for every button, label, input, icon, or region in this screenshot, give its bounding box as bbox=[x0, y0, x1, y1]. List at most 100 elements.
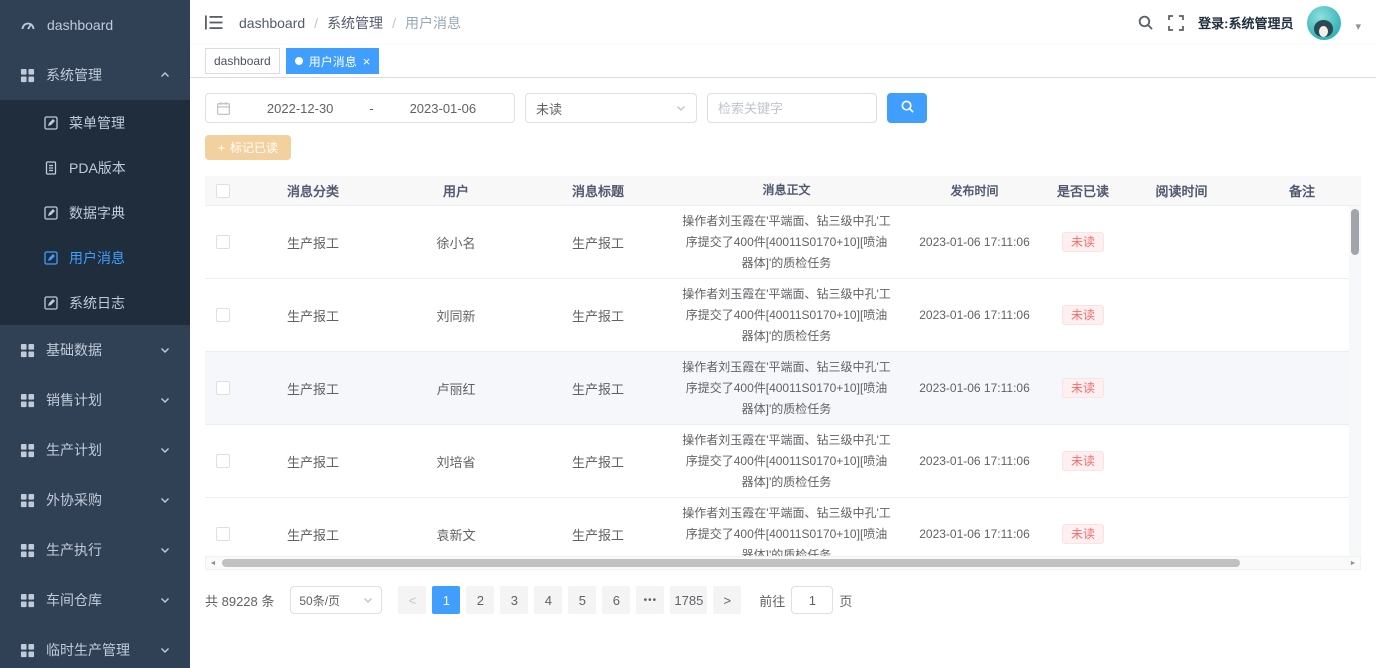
breadcrumb-item-dashboard[interactable]: dashboard bbox=[239, 15, 305, 31]
keyword-input[interactable] bbox=[707, 93, 877, 123]
sidebar-item-label: 系统管理 bbox=[46, 65, 102, 85]
cell-body: 操作者刘玉霞在'平端面、钻三级中孔'工序提交了400件[40011S0170+1… bbox=[670, 498, 903, 556]
col-header-category: 消息分类 bbox=[240, 176, 386, 205]
sidebar-item-label: dashboard bbox=[47, 17, 113, 33]
sidebar-item-dashboard[interactable]: dashboard bbox=[0, 0, 190, 50]
col-header-title: 消息标题 bbox=[526, 176, 670, 205]
active-tab-dot bbox=[295, 57, 303, 65]
goto-page: 前往 页 bbox=[759, 586, 852, 614]
row-checkbox[interactable] bbox=[216, 527, 230, 541]
chevron-down-icon bbox=[676, 103, 686, 113]
read-status-select[interactable]: 未读 bbox=[525, 93, 697, 123]
date-end-value[interactable]: 2023-01-06 bbox=[382, 101, 504, 116]
row-checkbox[interactable] bbox=[216, 235, 230, 249]
cell-remark bbox=[1243, 206, 1361, 278]
grid-icon bbox=[20, 343, 35, 358]
sidebar-item-temporary-production[interactable]: 临时生产管理 bbox=[0, 625, 190, 668]
cell-read-time bbox=[1120, 279, 1243, 351]
col-header-body: 消息正文 bbox=[670, 176, 903, 205]
select-all-checkbox[interactable] bbox=[216, 184, 230, 198]
page-button-3[interactable]: 3 bbox=[500, 586, 528, 614]
goto-page-input[interactable] bbox=[791, 586, 833, 614]
row-checkbox[interactable] bbox=[216, 454, 230, 468]
mark-read-button[interactable]: + 标记已读 bbox=[205, 135, 291, 160]
page-buttons: < 1 2 3 4 5 6 ••• 1785 > bbox=[398, 586, 741, 614]
grid-icon bbox=[20, 393, 35, 408]
messages-table: 消息分类 用户 消息标题 消息正文 发布时间 是否已读 阅读时间 备注 生产报工… bbox=[205, 176, 1361, 570]
row-checkbox[interactable] bbox=[216, 381, 230, 395]
avatar[interactable] bbox=[1307, 6, 1341, 40]
breadcrumb: dashboard / 系统管理 / 用户消息 bbox=[239, 13, 461, 33]
grid-icon bbox=[20, 493, 35, 508]
cell-publish-time: 2023-01-06 17:11:06 bbox=[903, 279, 1046, 351]
sidebar-item-sales-plan[interactable]: 销售计划 bbox=[0, 375, 190, 425]
tab-user-messages[interactable]: 用户消息 × bbox=[286, 48, 380, 74]
tab-label: dashboard bbox=[214, 54, 271, 68]
mark-read-label: 标记已读 bbox=[230, 139, 278, 156]
date-start-value[interactable]: 2022-12-30 bbox=[239, 101, 361, 116]
sidebar-item-system-log[interactable]: 系统日志 bbox=[0, 280, 190, 325]
hamburger-icon[interactable] bbox=[205, 15, 223, 30]
edit-icon bbox=[44, 206, 58, 220]
scroll-right-arrow-icon[interactable]: ► bbox=[1346, 560, 1360, 567]
cell-user: 袁新文 bbox=[386, 498, 526, 556]
page-button-1[interactable]: 1 bbox=[432, 586, 460, 614]
page-button-6[interactable]: 6 bbox=[602, 586, 630, 614]
cell-title: 生产报工 bbox=[526, 425, 670, 497]
search-icon[interactable] bbox=[1137, 14, 1154, 31]
date-range-separator: - bbox=[369, 101, 373, 116]
page-size-select[interactable]: 50条/页 bbox=[290, 586, 382, 614]
sidebar-item-pda-version[interactable]: PDA版本 bbox=[0, 145, 190, 190]
sidebar-item-system-management[interactable]: 系统管理 bbox=[0, 50, 190, 100]
sidebar-item-outsourcing-purchase[interactable]: 外协采购 bbox=[0, 475, 190, 525]
sidebar-item-label: 临时生产管理 bbox=[46, 640, 130, 660]
page-button-last[interactable]: 1785 bbox=[670, 586, 707, 614]
sidebar-item-data-dictionary[interactable]: 数据字典 bbox=[0, 190, 190, 235]
grid-icon bbox=[20, 643, 35, 658]
fullscreen-icon[interactable] bbox=[1168, 15, 1184, 31]
sidebar-item-basic-data[interactable]: 基础数据 bbox=[0, 325, 190, 375]
page-content: 2022-12-30 - 2023-01-06 未读 + 标记已读 bbox=[190, 78, 1376, 668]
more-pages-button[interactable]: ••• bbox=[636, 586, 664, 614]
edit-icon bbox=[44, 116, 58, 130]
breadcrumb-item-system-management[interactable]: 系统管理 bbox=[327, 13, 383, 33]
sidebar-item-workshop-warehouse[interactable]: 车间仓库 bbox=[0, 575, 190, 625]
goto-unit-label: 页 bbox=[839, 591, 852, 610]
page-button-5[interactable]: 5 bbox=[568, 586, 596, 614]
page-button-2[interactable]: 2 bbox=[466, 586, 494, 614]
horizontal-scrollbar-thumb[interactable] bbox=[222, 559, 1240, 567]
vertical-scrollbar-thumb[interactable] bbox=[1351, 209, 1359, 255]
cell-category: 生产报工 bbox=[240, 206, 386, 278]
chevron-down-icon bbox=[160, 445, 170, 455]
sidebar-item-production-plan[interactable]: 生产计划 bbox=[0, 425, 190, 475]
tab-dashboard[interactable]: dashboard bbox=[205, 48, 280, 74]
horizontal-scrollbar[interactable]: ◄ ► bbox=[205, 556, 1361, 570]
scroll-left-arrow-icon[interactable]: ◄ bbox=[206, 560, 220, 567]
chevron-down-icon bbox=[160, 345, 170, 355]
cell-category: 生产报工 bbox=[240, 425, 386, 497]
sidebar-item-label: 销售计划 bbox=[46, 390, 102, 410]
close-icon[interactable]: × bbox=[363, 55, 371, 68]
cell-category: 生产报工 bbox=[240, 498, 386, 556]
next-page-button[interactable]: > bbox=[713, 586, 741, 614]
prev-page-button[interactable]: < bbox=[398, 586, 426, 614]
cell-body: 操作者刘玉霞在'平端面、钻三级中孔'工序提交了400件[40011S0170+1… bbox=[670, 352, 903, 424]
grid-icon bbox=[20, 443, 35, 458]
cell-title: 生产报工 bbox=[526, 279, 670, 351]
search-icon bbox=[900, 99, 915, 117]
calendar-icon bbox=[216, 101, 231, 116]
sidebar-item-menu-management[interactable]: 菜单管理 bbox=[0, 100, 190, 145]
edit-icon bbox=[44, 251, 58, 265]
page-button-4[interactable]: 4 bbox=[534, 586, 562, 614]
search-button[interactable] bbox=[887, 93, 927, 123]
vertical-scrollbar-track[interactable] bbox=[1349, 206, 1361, 556]
sidebar-item-user-messages[interactable]: 用户消息 bbox=[0, 235, 190, 280]
date-range-picker[interactable]: 2022-12-30 - 2023-01-06 bbox=[205, 93, 515, 123]
caret-down-icon[interactable]: ▾ bbox=[1355, 12, 1361, 33]
system-submenu: 菜单管理 PDA版本 数据字典 用户消息 系统日志 bbox=[0, 100, 190, 325]
sidebar-item-production-execution[interactable]: 生产执行 bbox=[0, 525, 190, 575]
sidebar-item-label: 菜单管理 bbox=[69, 113, 125, 133]
sidebar-item-label: 系统日志 bbox=[69, 293, 125, 313]
row-checkbox[interactable] bbox=[216, 308, 230, 322]
table-row: 生产报工 刘同新 生产报工 操作者刘玉霞在'平端面、钻三级中孔'工序提交了400… bbox=[205, 279, 1361, 352]
